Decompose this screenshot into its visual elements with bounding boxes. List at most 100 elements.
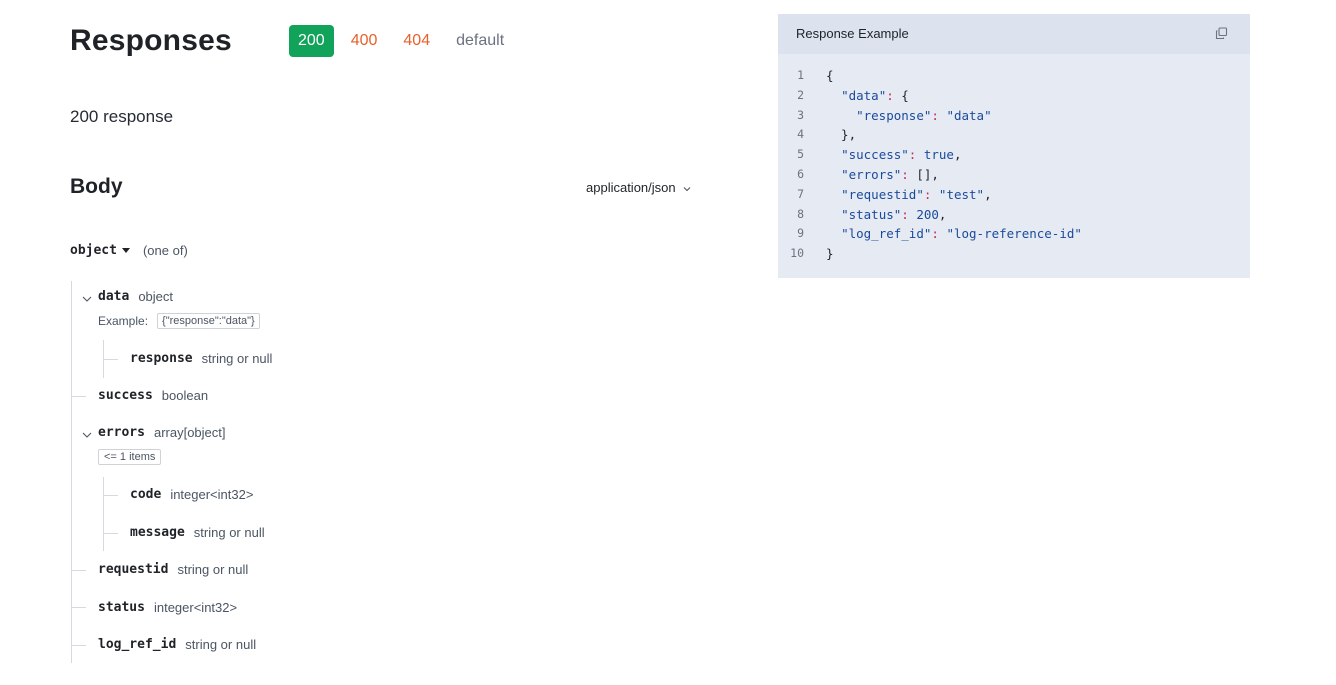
schema-property-status: status integer<int32> [98,600,237,615]
schema-property-success: success boolean [98,388,208,403]
tab-400[interactable]: 400 [342,25,387,57]
schema-property-code: code integer<int32> [130,487,253,502]
tab-404[interactable]: 404 [394,25,439,57]
code-token: "errors" [841,166,902,182]
code-token: "test" [938,186,985,202]
property-name: message [130,525,185,540]
property-type: integer<int32> [153,600,238,615]
code-token: : [931,107,939,123]
code-token: } [826,246,834,262]
code-line: 7 "requestid": "test", [778,187,1250,207]
code-line: 5 "success": true, [778,147,1250,167]
line-number: 9 [797,226,804,241]
code-token: true [923,147,954,163]
code-token: : [901,206,909,222]
example-value: {"response":"data"} [157,313,260,329]
line-number: 7 [797,186,804,201]
code-token: "log_ref_id" [841,226,932,242]
tree-line-root [71,281,72,663]
code-text: { [826,68,834,83]
chevron-down-icon [676,180,691,195]
property-type: string or null [185,637,257,652]
code-text: } [826,246,834,261]
code-line: 2 "data": { [778,88,1250,108]
code-line: 10} [778,246,1250,266]
media-type-select[interactable]: application/json [586,180,691,195]
code-token: "log-reference-id" [946,226,1082,242]
code-token: , [984,186,992,202]
tree-branch [104,533,118,534]
property-type: boolean [161,388,209,403]
property-name: log_ref_id [98,637,177,652]
property-name: success [98,388,153,403]
code-token: , [953,147,962,163]
code-text: "data": { [826,88,909,103]
code-token: { [893,87,909,103]
tree-branch [104,495,118,496]
code-token: : [886,87,894,103]
example-label: Example: [98,314,149,328]
code-text: "requestid": "test", [826,187,992,202]
code-block: 1{2 "data": {3 "response": "data" 4 }, 5 "… [778,68,1250,266]
code-token: , [938,206,947,222]
code-line: 1{ [778,68,1250,88]
code-token: 200 [916,206,939,222]
property-type: object [138,289,174,304]
chevron-down-icon[interactable] [82,426,92,444]
line-number: 2 [797,87,804,102]
line-number: 4 [797,127,804,142]
tab-200[interactable]: 200 [289,25,334,57]
code-line: 4 }, [778,127,1250,147]
code-text: "status": 200, [826,207,946,222]
property-type: array[object] [153,425,226,440]
property-name: errors [98,425,145,440]
property-type: string or null [193,525,265,540]
line-number: 6 [797,166,804,181]
code-token: "data" [841,87,887,103]
caret-down-icon[interactable] [121,243,131,258]
line-number: 3 [797,107,804,122]
property-type: string or null [201,351,273,366]
code-text: "errors": [], [826,167,939,182]
media-type-label: application/json [586,180,676,195]
code-token: { [826,68,834,83]
code-token: : [931,226,939,242]
property-name: code [130,487,162,502]
schema-root-keyword: object [70,243,117,258]
data-example: Example: {"response":"data"} [98,313,260,329]
errors-constraint: <= 1 items [98,449,162,465]
code-line: 3 "response": "data" [778,108,1250,128]
code-token: "requestid" [841,186,924,202]
code-line: 9 "log_ref_id": "log-reference-id" [778,226,1250,246]
tree-branch [104,359,118,360]
chevron-down-icon[interactable] [82,290,92,308]
code-text: }, [826,127,856,142]
copy-icon[interactable] [1215,27,1228,45]
schema-property-response: response string or null [130,351,272,366]
panel-header: Response Example [778,14,1250,54]
code-token: [], [908,166,939,182]
code-token: "status" [841,206,902,222]
tab-default[interactable]: default [447,25,513,57]
schema-property-requestid: requestid string or null [98,562,248,577]
code-text: "success": true, [826,147,962,163]
schema-property-message: message string or null [130,525,265,540]
code-line: 6 "errors": [], [778,167,1250,187]
code-text: "log_ref_id": "log-reference-id" [826,226,1082,241]
property-name: response [130,351,193,366]
code-token: }, [826,127,857,143]
schema-property-data: data object [98,289,173,304]
tree-branch [72,570,86,571]
line-number: 8 [797,206,804,221]
response-example-panel: Response Example 1{2 "data": {3 "respons… [778,14,1250,278]
code-token: "success" [841,147,909,163]
property-name: data [98,289,130,304]
